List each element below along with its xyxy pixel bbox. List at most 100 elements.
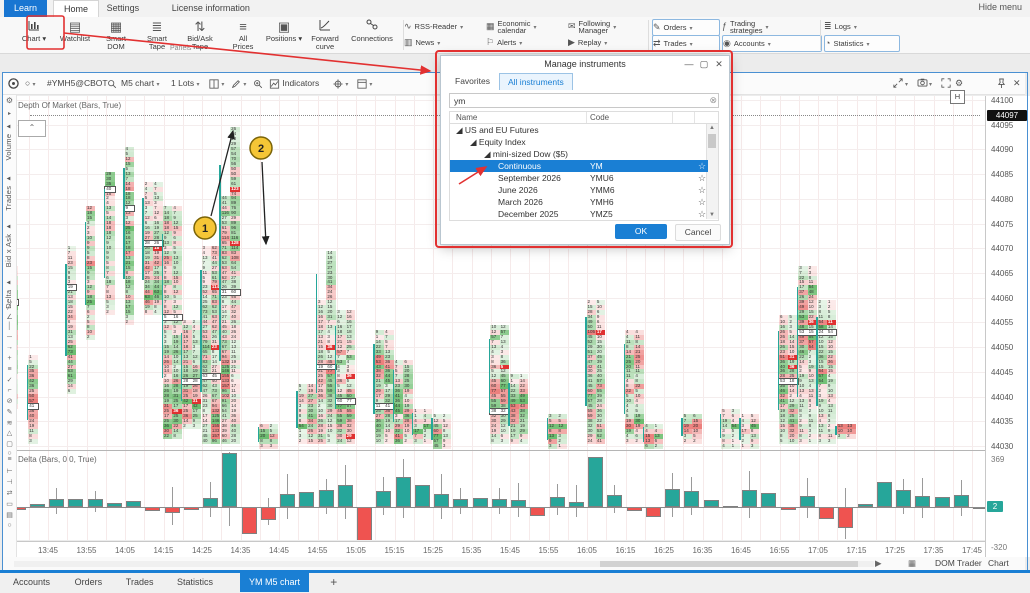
delta-bar[interactable] [453,499,468,507]
chevron-down-icon[interactable]: ▾ [905,78,908,88]
instrument-row-mini-sized-dow-5-[interactable]: ◢ mini-sized Dow ($5) [450,148,708,160]
chevron-down-icon[interactable]: ▾ [460,25,463,31]
chevron-down-icon[interactable]: ▾ [929,78,932,88]
zoom-in-icon[interactable] [253,73,263,94]
draw-tool-icon[interactable]: ▢ [3,440,16,448]
rail-panel-volume[interactable]: Volume ▸ [4,122,13,161]
delta-bar[interactable] [935,497,950,507]
list-scroll-thumb[interactable] [708,134,716,148]
draw-tool-icon[interactable]: ∠ [3,313,16,321]
price-axis[interactable]: 4410044095440904408544080440754407044065… [985,96,1030,557]
ribbon-button-logs[interactable]: ≣Logs▾ [824,19,898,34]
pin-icon[interactable] [997,78,1006,91]
delta-bar[interactable] [896,490,911,507]
workspace-tab-trades[interactable]: Trades [117,573,163,592]
draw-tool-icon[interactable]: + [3,355,16,362]
ribbon-button-smart[interactable]: ▦Smart DOM [96,18,136,51]
delta-bar[interactable] [761,493,776,507]
close-icon[interactable]: ✕ [1013,78,1021,89]
draw-tool-icon[interactable]: ✓ [3,376,16,384]
chevron-down-icon[interactable]: ▾ [437,41,440,47]
add-workspace-tab[interactable]: + [321,573,346,592]
draw-tool-icon[interactable]: ⌐ [3,387,16,394]
ribbon-button-trades[interactable]: ⇄Trades▾ [652,35,720,52]
lots-selector[interactable]: 1 Lots ▾ [171,73,200,94]
ok-button[interactable]: OK [615,224,667,239]
workspace-tab-orders[interactable]: Orders [66,573,112,592]
ribbon-button-replay[interactable]: ▶Replay▾ [568,35,648,50]
draw-tool-icon[interactable]: ≡ [3,366,16,373]
camera-icon[interactable] [917,78,928,89]
fullscreen-icon[interactable] [941,78,951,90]
chevron-down-icon[interactable]: ▾ [768,42,771,48]
draw-tool-icon[interactable]: → [3,344,16,351]
delta-bar[interactable] [434,494,449,507]
tab-all-instruments[interactable]: All instruments [499,73,573,90]
ribbon-tab-license-information[interactable]: License information [162,0,260,17]
delta-bar[interactable] [396,477,411,507]
delta-bar[interactable] [242,507,257,534]
delta-bar[interactable] [299,492,314,507]
delta-bar[interactable] [530,507,545,516]
delta-bar[interactable] [550,497,565,507]
ribbon-button-chart[interactable]: Chart ▾ [14,18,54,51]
chevron-down-icon[interactable]: ▾ [613,25,616,31]
chevron-down-icon[interactable]: ▾ [604,41,607,47]
workspace-tab-ym-m5-chart[interactable]: YM M5 chart [240,573,309,592]
star-icon[interactable]: ☆ [698,208,706,220]
delta-tool-icon[interactable]: ⊢ [3,467,16,475]
delta-bar[interactable] [877,482,892,507]
timeframe-selector[interactable]: M5 chart ▾ [121,73,159,94]
scroll-up-icon[interactable]: ▲ [709,125,715,131]
calendar-icon[interactable]: ▦ [908,558,916,569]
star-icon[interactable]: ☆ [698,160,706,172]
delta-bar[interactable] [68,499,83,507]
gear-icon[interactable]: ⚙ [955,78,963,89]
delta-bar[interactable] [665,489,680,507]
chevron-down-icon[interactable]: ▾ [766,25,769,31]
delta-bar[interactable] [280,494,295,507]
delta-bar[interactable] [88,499,103,507]
delta-bar[interactable] [261,507,276,520]
delta-bar[interactable] [742,490,757,507]
delta-bar[interactable] [492,499,507,507]
delta-bar[interactable] [338,485,353,507]
ribbon-button-news[interactable]: ▥News▾ [404,35,482,50]
delta-bar[interactable] [222,453,237,507]
ribbon-button-statistics[interactable]: ◔Statistics▾ [824,35,900,52]
delta-bar[interactable] [415,485,430,507]
crosshair-icon[interactable]: ▾ [333,73,348,94]
draw-tool-icon[interactable]: ⊘ [3,397,16,405]
draw-tool-icon[interactable]: △ [3,429,16,437]
ribbon-button-accounts[interactable]: ◉Accounts▾ [722,35,822,52]
collapse-panel-button[interactable]: ⌃ [18,120,46,137]
star-icon[interactable]: ☆ [698,196,706,208]
draw-tool-icon[interactable]: │ [3,323,16,330]
instrument-row-september-2026[interactable]: September 2026YMU6☆ [450,172,708,184]
delta-bar[interactable] [357,507,372,540]
delta-bar[interactable] [819,507,834,519]
indicators-button[interactable]: Indicators [269,73,319,94]
draw-tool-icon[interactable]: ╱ [3,302,16,310]
delta-bar[interactable] [607,495,622,507]
instrument-row-march-2026[interactable]: March 2026YMH6☆ [450,196,708,208]
rail-panel-trades[interactable]: Trades ▸ [4,174,13,211]
delta-bar[interactable] [319,490,334,507]
close-icon[interactable]: ✕ [713,59,725,70]
ribbon-button-rss-reader[interactable]: ∿RSS-Reader▾ [404,19,482,34]
chevron-down-icon[interactable]: ▾ [533,25,536,31]
delta-bar[interactable] [915,496,930,507]
symbol-label[interactable]: #YMH5@CBOT [47,73,108,94]
draw-icon[interactable]: ▾ [231,73,246,94]
tab-favorites[interactable]: Favorites [447,73,498,89]
resize-icon[interactable] [893,78,903,90]
ribbon-button-watchlist[interactable]: ▤Watchlist [55,18,95,51]
gear-icon[interactable]: ⚙ [3,96,16,105]
maximize-icon[interactable]: ▢ [698,59,710,70]
chevron-down-icon[interactable]: ▾ [854,25,857,31]
minimize-icon[interactable]: — [683,59,695,69]
workspace-tab-accounts[interactable]: Accounts [4,573,59,592]
clear-search-icon[interactable]: ⊗ [709,95,717,106]
delta-bar[interactable] [646,507,661,517]
ribbon-tab-settings[interactable]: Settings [97,0,150,17]
